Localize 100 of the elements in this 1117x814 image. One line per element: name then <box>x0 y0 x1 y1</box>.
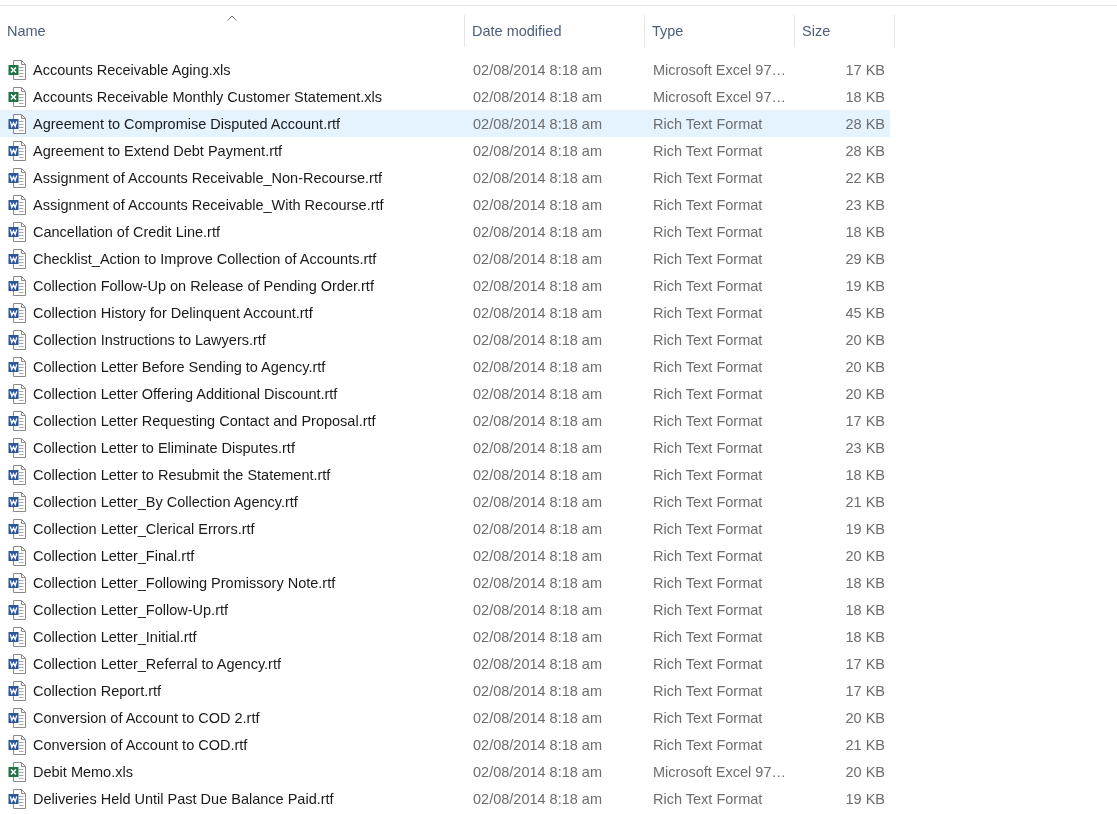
file-row[interactable]: Collection Letter_Final.rtf 02/08/2014 8:18 am Rich Text Format 20 KB <box>0 542 890 569</box>
file-type: Rich Text Format <box>652 385 764 402</box>
document-file-icon <box>8 140 26 161</box>
file-size: 20 KB <box>844 358 886 375</box>
file-row[interactable]: Collection Letter_By Collection Agency.rtf 02/08/2014 8:18 am Rich Text Format 21 KB <box>0 488 890 515</box>
document-file-icon <box>8 464 26 485</box>
column-header[interactable]: Size <box>795 15 895 47</box>
file-name: Conversion of Account to COD 2.rtf <box>33 709 260 726</box>
file-row[interactable]: Collection Letter Requesting Contact and Proposal.rtf 02/08/2014 8:18 am Rich Text Format 17 KB <box>0 407 890 434</box>
file-size: 22 KB <box>844 169 886 186</box>
file-row[interactable]: Assignment of Accounts Receivable_With Recourse.rtf 02/08/2014 8:18 am Rich Text Format 23 KB <box>0 191 890 218</box>
file-size: 17 KB <box>844 655 886 672</box>
date-modified: 02/08/2014 8:18 am <box>472 115 603 132</box>
column-header[interactable]: Name <box>0 15 465 47</box>
date-modified: 02/08/2014 8:18 am <box>472 682 603 699</box>
date-modified: 02/08/2014 8:18 am <box>472 304 603 321</box>
document-file-icon <box>8 653 26 674</box>
file-type: Microsoft Excel 97… <box>652 88 787 105</box>
file-row[interactable]: Checklist_Action to Improve Collection of Accounts.rtf 02/08/2014 8:18 am Rich Text Format 29 KB <box>0 245 890 272</box>
spreadsheet-file-icon <box>8 59 26 80</box>
date-modified: 02/08/2014 8:18 am <box>472 88 603 105</box>
file-name: Collection History for Delinquent Account.rtf <box>33 304 313 321</box>
file-size: 18 KB <box>844 223 886 240</box>
date-modified: 02/08/2014 8:18 am <box>472 466 603 483</box>
file-size: 20 KB <box>844 385 886 402</box>
file-size: 20 KB <box>844 547 886 564</box>
file-row[interactable]: Collection Letter_Follow-Up.rtf 02/08/2014 8:18 am Rich Text Format 18 KB <box>0 596 890 623</box>
file-size: 18 KB <box>844 466 886 483</box>
document-file-icon <box>8 734 26 755</box>
file-row[interactable]: Collection Letter_Clerical Errors.rtf 02/08/2014 8:18 am Rich Text Format 19 KB <box>0 515 890 542</box>
file-row[interactable]: Collection Letter_Following Promissory Note.rtf 02/08/2014 8:18 am Rich Text Format 18 KB <box>0 569 890 596</box>
file-name: Cancellation of Credit Line.rtf <box>33 223 220 240</box>
file-row[interactable]: Agreement to Extend Debt Payment.rtf 02/08/2014 8:18 am Rich Text Format 28 KB <box>0 137 890 164</box>
document-file-icon <box>8 302 26 323</box>
file-type: Rich Text Format <box>652 412 764 429</box>
spreadsheet-file-icon <box>8 761 26 782</box>
column-header[interactable]: Type <box>645 15 795 47</box>
file-row[interactable]: Collection Letter_Initial.rtf 02/08/2014 8:18 am Rich Text Format 18 KB <box>0 623 890 650</box>
file-size: 28 KB <box>844 115 886 132</box>
date-modified: 02/08/2014 8:18 am <box>472 196 603 213</box>
document-file-icon <box>8 410 26 431</box>
file-type: Rich Text Format <box>652 277 764 294</box>
file-row[interactable]: Collection Letter to Resubmit the Statement.rtf 02/08/2014 8:18 am Rich Text Format 18 KB <box>0 461 890 488</box>
file-type: Rich Text Format <box>652 223 764 240</box>
file-type: Rich Text Format <box>652 142 764 159</box>
file-row[interactable]: Conversion of Account to COD 2.rtf 02/08/2014 8:18 am Rich Text Format 20 KB <box>0 704 890 731</box>
file-row[interactable]: Collection History for Delinquent Account.rtf 02/08/2014 8:18 am Rich Text Format 45 KB <box>0 299 890 326</box>
file-size: 17 KB <box>844 682 886 699</box>
file-row[interactable]: Debit Memo.xls 02/08/2014 8:18 am Microsoft Excel 97… 20 KB <box>0 758 890 785</box>
date-modified: 02/08/2014 8:18 am <box>472 601 603 618</box>
file-type: Rich Text Format <box>652 250 764 267</box>
document-file-icon <box>8 680 26 701</box>
date-modified: 02/08/2014 8:18 am <box>472 655 603 672</box>
file-name: Collection Letter_By Collection Agency.rtf <box>33 493 298 510</box>
file-row[interactable]: Accounts Receivable Aging.xls 02/08/2014 8:18 am Microsoft Excel 97… 17 KB <box>0 56 890 83</box>
file-row[interactable]: Agreement to Compromise Disputed Account.rtf 02/08/2014 8:18 am Rich Text Format 28 KB <box>0 110 890 137</box>
file-row[interactable]: Collection Letter to Eliminate Disputes.rtf 02/08/2014 8:18 am Rich Text Format 23 KB <box>0 434 890 461</box>
date-modified: 02/08/2014 8:18 am <box>472 709 603 726</box>
file-type: Microsoft Excel 97… <box>652 763 787 780</box>
file-row[interactable]: Conversion of Account to COD.rtf 02/08/2014 8:18 am Rich Text Format 21 KB <box>0 731 890 758</box>
file-row[interactable]: Collection Letter Offering Additional Discount.rtf 02/08/2014 8:18 am Rich Text Format 20 KB <box>0 380 890 407</box>
file-type: Microsoft Excel 97… <box>652 61 787 78</box>
file-name: Agreement to Compromise Disputed Account.rtf <box>33 115 341 132</box>
column-header[interactable]: Date modified <box>465 15 645 47</box>
file-name: Accounts Receivable Aging.xls <box>33 61 231 78</box>
file-size: 17 KB <box>844 61 886 78</box>
file-row[interactable]: Collection Follow-Up on Release of Pending Order.rtf 02/08/2014 8:18 am Rich Text Format 19 KB <box>0 272 890 299</box>
file-size: 23 KB <box>844 439 886 456</box>
file-row[interactable]: Collection Instructions to Lawyers.rtf 02/08/2014 8:18 am Rich Text Format 20 KB <box>0 326 890 353</box>
file-row[interactable]: Cancellation of Credit Line.rtf 02/08/2014 8:18 am Rich Text Format 18 KB <box>0 218 890 245</box>
file-name: Collection Letter Requesting Contact and Proposal.rtf <box>33 412 376 429</box>
file-row[interactable]: Collection Letter Before Sending to Agency.rtf 02/08/2014 8:18 am Rich Text Format 20 KB <box>0 353 890 380</box>
file-row[interactable]: Assignment of Accounts Receivable_Non-Recourse.rtf 02/08/2014 8:18 am Rich Text Format 22 KB <box>0 164 890 191</box>
file-size: 21 KB <box>844 736 886 753</box>
file-name: Agreement to Extend Debt Payment.rtf <box>33 142 283 159</box>
file-type: Rich Text Format <box>652 358 764 375</box>
document-file-icon <box>8 572 26 593</box>
file-row[interactable]: Collection Letter_Referral to Agency.rtf 02/08/2014 8:18 am Rich Text Format 17 KB <box>0 650 890 677</box>
document-file-icon <box>8 599 26 620</box>
date-modified: 02/08/2014 8:18 am <box>472 763 603 780</box>
date-modified: 02/08/2014 8:18 am <box>472 493 603 510</box>
file-name: Collection Letter to Resubmit the Statement.rtf <box>33 466 331 483</box>
date-modified: 02/08/2014 8:18 am <box>472 223 603 240</box>
file-size: 19 KB <box>844 520 886 537</box>
file-type: Rich Text Format <box>652 439 764 456</box>
file-type: Rich Text Format <box>652 547 764 564</box>
file-name: Assignment of Accounts Receivable_Non-Recourse.rtf <box>33 169 382 186</box>
document-file-icon <box>8 356 26 377</box>
file-type: Rich Text Format <box>652 304 764 321</box>
document-file-icon <box>8 491 26 512</box>
file-type: Rich Text Format <box>652 493 764 510</box>
file-row[interactable]: Collection Report.rtf 02/08/2014 8:18 am Rich Text Format 17 KB <box>0 677 890 704</box>
file-name: Collection Follow-Up on Release of Pending Order.rtf <box>33 277 374 294</box>
document-file-icon <box>8 707 26 728</box>
file-row[interactable]: Accounts Receivable Monthly Customer Statement.xls 02/08/2014 8:18 am Microsoft Excel 97… 18 KB <box>0 83 890 110</box>
date-modified: 02/08/2014 8:18 am <box>472 250 603 267</box>
file-type: Rich Text Format <box>652 196 764 213</box>
date-modified: 02/08/2014 8:18 am <box>472 574 603 591</box>
file-row[interactable]: Deliveries Held Until Past Due Balance Paid.rtf 02/08/2014 8:18 am Rich Text Format 19 KB <box>0 785 890 812</box>
document-file-icon <box>8 275 26 296</box>
